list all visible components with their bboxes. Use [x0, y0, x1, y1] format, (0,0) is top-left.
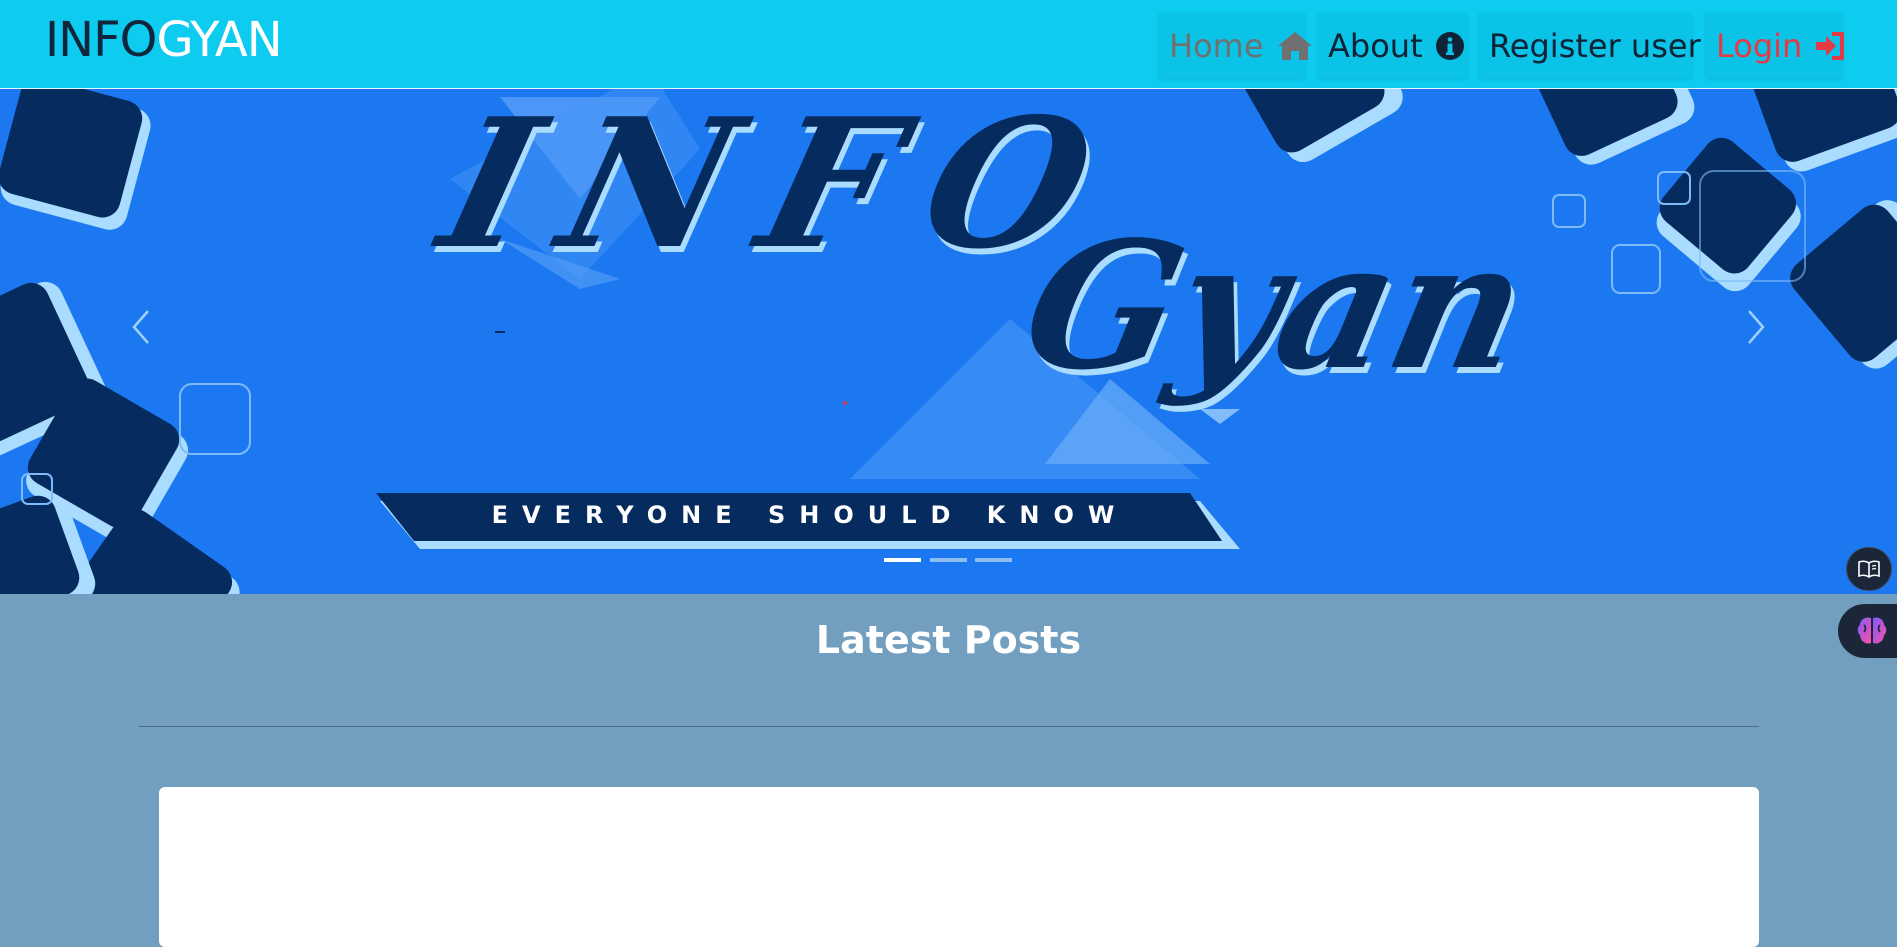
nav-about-link[interactable]: About — [1318, 14, 1467, 78]
sign-in-icon — [1816, 32, 1845, 60]
latest-posts-heading: Latest Posts — [815, 618, 1082, 662]
nav-register-link[interactable]: Register user — [1479, 14, 1701, 78]
nav-home-link[interactable]: Home — [1159, 14, 1312, 78]
hero-carousel: INFO Gyan EVERYONE SHOULD KNOW — [0, 89, 1897, 594]
hero-title-gyan: Gyan — [1008, 204, 1544, 409]
hero-title-info: INFO — [423, 89, 1148, 288]
brand-logo[interactable]: INFOGYAN — [45, 10, 283, 70]
book-icon — [1858, 560, 1880, 578]
chevron-right-icon — [1748, 310, 1765, 344]
brand-part-gyan: GYAN — [156, 12, 282, 68]
navbar: INFOGYAN Home About Register user Login — [0, 0, 1897, 89]
section-divider — [139, 726, 1759, 727]
nav-register-label: Register user — [1489, 27, 1701, 65]
nav-login-label: Login — [1716, 27, 1803, 65]
home-icon — [1277, 32, 1312, 60]
carousel-next-button[interactable] — [1743, 307, 1769, 352]
nav-login-link[interactable]: Login — [1706, 14, 1845, 78]
info-circle-icon — [1435, 32, 1464, 60]
brand-part-info: INFO — [45, 12, 157, 68]
reader-mode-button[interactable] — [1846, 547, 1892, 591]
carousel-prev-button[interactable] — [128, 307, 154, 352]
hero-tagline: EVERYONE SHOULD KNOW — [491, 501, 1129, 529]
carousel-indicator-3[interactable] — [975, 558, 1012, 562]
carousel-indicator-2[interactable] — [930, 558, 967, 562]
nav-about-label: About — [1328, 27, 1423, 65]
carousel-indicator-1[interactable] — [884, 558, 921, 562]
nav-home-label: Home — [1169, 27, 1264, 65]
chevron-left-icon — [132, 310, 149, 344]
post-card[interactable] — [159, 787, 1759, 947]
